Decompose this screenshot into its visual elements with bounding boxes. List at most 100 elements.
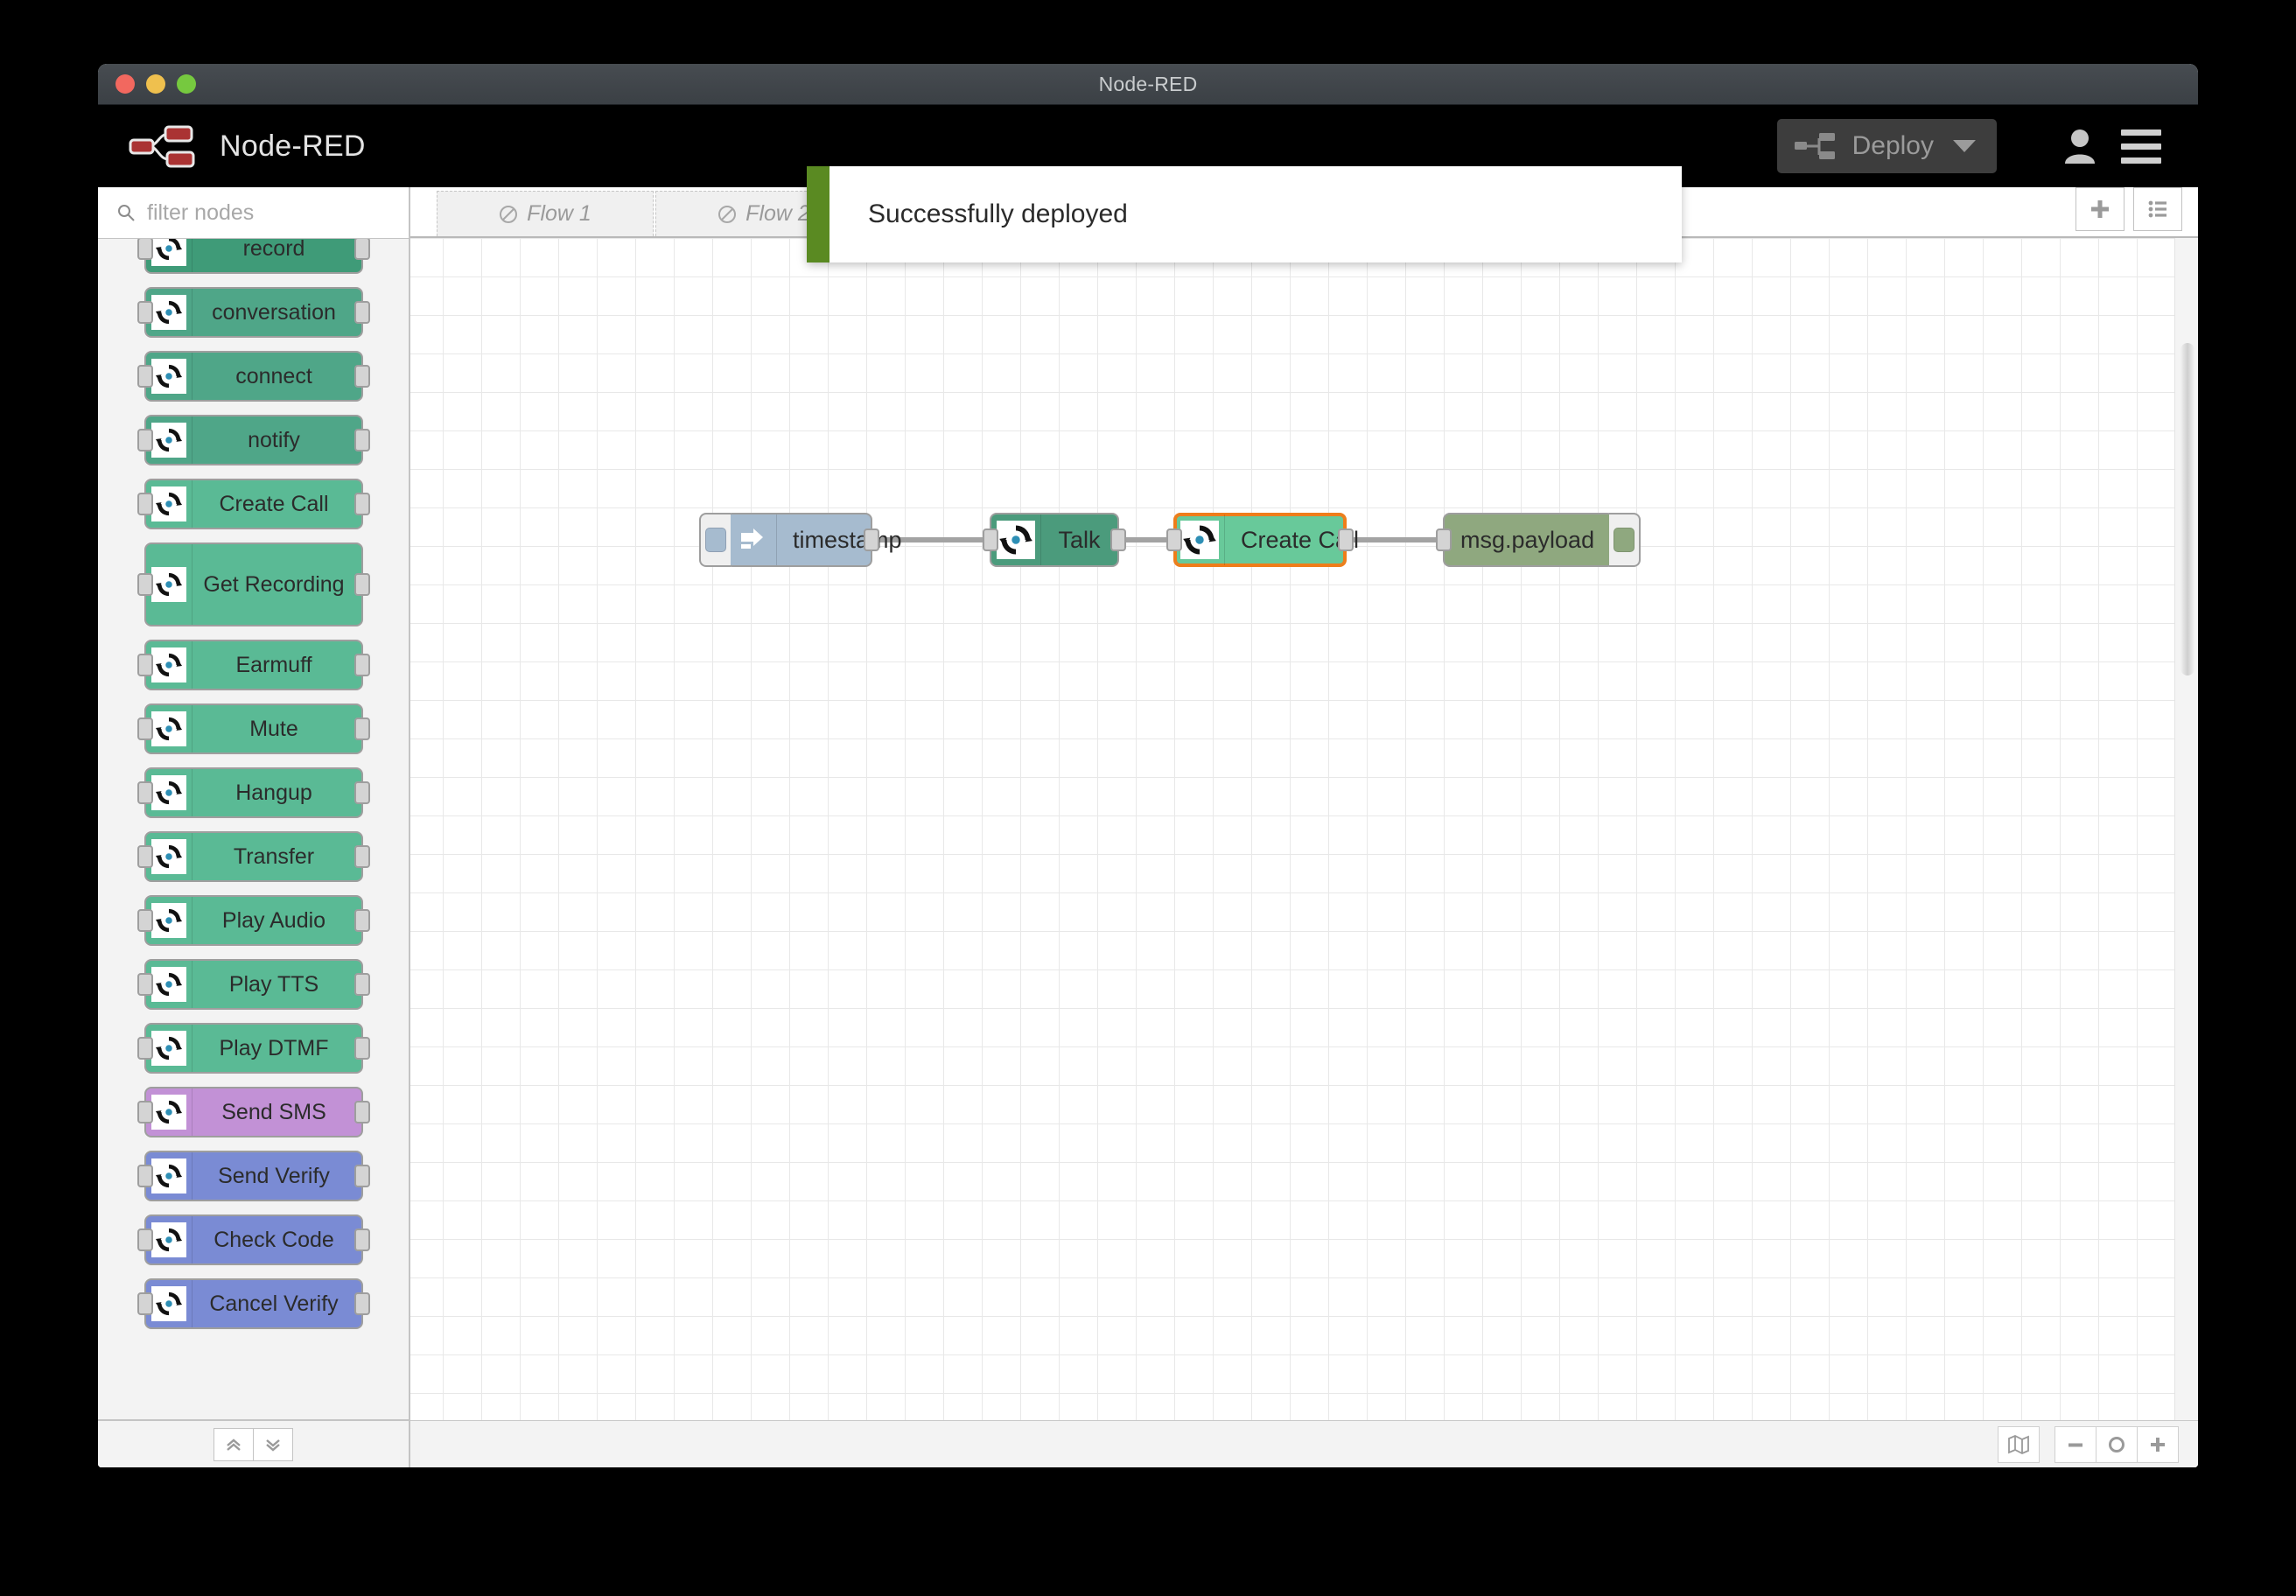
palette-node-label: Send SMS bbox=[221, 1099, 326, 1124]
collapse-all-button[interactable] bbox=[213, 1428, 254, 1461]
header-actions: Deploy bbox=[1776, 105, 2172, 187]
palette-node[interactable]: Create Call bbox=[136, 479, 370, 529]
expand-all-button[interactable] bbox=[252, 1428, 293, 1461]
nexmo-icon bbox=[155, 572, 182, 597]
palette-node-label: Play DTMF bbox=[219, 1035, 329, 1060]
flow-node-output-port[interactable] bbox=[1338, 528, 1354, 551]
chevron-down-icon[interactable] bbox=[1953, 140, 1976, 152]
palette-node-output-port bbox=[354, 573, 370, 596]
search-icon bbox=[118, 205, 135, 221]
flow-tab-label: Flow 2 bbox=[746, 201, 810, 226]
flow-canvas[interactable]: timestamp Talk Create Call msg.payload bbox=[410, 238, 2198, 1420]
palette-node-label: Hangup bbox=[235, 780, 312, 805]
zoom-reset-button[interactable] bbox=[2096, 1426, 2138, 1463]
nexmo-icon bbox=[155, 908, 182, 933]
flow-node-icon bbox=[727, 514, 777, 565]
add-flow-tab-button[interactable] bbox=[2076, 187, 2124, 231]
palette-node-output-port bbox=[354, 239, 370, 260]
palette-node-label: Check Code bbox=[214, 1227, 334, 1252]
nexmo-icon bbox=[155, 1228, 182, 1252]
palette-node-label: notify bbox=[248, 427, 300, 452]
flow-node[interactable]: Create Call bbox=[1166, 513, 1359, 567]
palette-node-input-port bbox=[136, 429, 153, 452]
search-input[interactable] bbox=[145, 199, 368, 227]
main-menu-button[interactable] bbox=[2110, 116, 2172, 177]
flow-node-output-port[interactable] bbox=[864, 528, 879, 551]
nexmo-icon bbox=[1183, 525, 1216, 555]
user-menu-button[interactable] bbox=[2049, 116, 2110, 177]
palette-node[interactable]: Play DTMF bbox=[136, 1023, 370, 1074]
palette-node-list[interactable]: record conversation connect notify Creat… bbox=[98, 239, 409, 1419]
flow-node-input-port[interactable] bbox=[983, 528, 998, 551]
palette-node[interactable]: Check Code bbox=[136, 1214, 370, 1265]
flow-tab-label: Flow 1 bbox=[527, 201, 592, 226]
nexmo-icon bbox=[155, 717, 182, 741]
palette-node[interactable]: Mute bbox=[136, 704, 370, 754]
flow-link[interactable] bbox=[1119, 537, 1173, 542]
palette-node-output-port bbox=[354, 1165, 370, 1187]
flow-node-input-port[interactable] bbox=[1166, 528, 1182, 551]
deploy-icon bbox=[1794, 133, 1835, 159]
flow-node-output-port[interactable] bbox=[1110, 528, 1126, 551]
palette-node-input-port bbox=[136, 1037, 153, 1060]
palette-node-input-port bbox=[136, 973, 153, 996]
debug-toggle-button[interactable] bbox=[1609, 513, 1641, 567]
palette-node[interactable]: Send SMS bbox=[136, 1087, 370, 1138]
palette-node-label: Transfer bbox=[233, 844, 315, 869]
nexmo-icon-badge bbox=[150, 423, 186, 458]
nexmo-icon bbox=[999, 525, 1032, 555]
flow-node-input-port[interactable] bbox=[1436, 528, 1452, 551]
palette-node-label: Earmuff bbox=[235, 652, 312, 677]
palette-node-output-port bbox=[354, 781, 370, 804]
palette-node-input-port bbox=[136, 301, 153, 324]
palette-node[interactable]: connect bbox=[136, 351, 370, 402]
palette-node[interactable]: Transfer bbox=[136, 831, 370, 882]
nexmo-icon bbox=[155, 300, 182, 325]
palette-node-label: Get Recording bbox=[203, 571, 345, 597]
node-red-logo-icon bbox=[129, 125, 195, 168]
palette-node[interactable]: Play TTS bbox=[136, 959, 370, 1010]
list-icon bbox=[2148, 200, 2166, 218]
flow-node[interactable]: msg.payload bbox=[1436, 513, 1641, 567]
notification-toast[interactable]: Successfully deployed bbox=[807, 166, 1682, 262]
flow-node[interactable]: timestamp bbox=[699, 513, 902, 567]
palette-filter[interactable] bbox=[98, 187, 409, 239]
navigator-button[interactable] bbox=[1998, 1426, 2040, 1463]
palette-node-output-port bbox=[354, 973, 370, 996]
palette-node[interactable]: Get Recording bbox=[136, 542, 370, 626]
nexmo-icon-badge bbox=[150, 1222, 186, 1257]
nexmo-icon-badge bbox=[150, 903, 186, 938]
palette-node[interactable]: Cancel Verify bbox=[136, 1278, 370, 1329]
nexmo-icon bbox=[155, 492, 182, 516]
canvas-vertical-scrollbar[interactable] bbox=[2180, 343, 2194, 676]
navigator-group bbox=[1998, 1426, 2040, 1463]
deploy-button[interactable]: Deploy bbox=[1776, 119, 1997, 173]
palette-node-label: conversation bbox=[212, 299, 336, 325]
flow-node-label: msg.payload bbox=[1460, 526, 1595, 553]
inject-trigger-knob bbox=[705, 528, 726, 552]
flow-tab[interactable]: Flow 1 bbox=[437, 191, 654, 236]
zoom-in-button[interactable] bbox=[2137, 1426, 2179, 1463]
nexmo-icon-badge bbox=[150, 648, 186, 682]
palette-node-label: Play TTS bbox=[228, 971, 319, 997]
zoom-out-button[interactable] bbox=[2054, 1426, 2096, 1463]
disabled-flow-icon bbox=[718, 205, 737, 223]
nexmo-icon-badge bbox=[997, 521, 1035, 559]
palette-node-output-port bbox=[354, 1228, 370, 1251]
palette-node-output-port bbox=[354, 365, 370, 388]
palette-node[interactable]: Hangup bbox=[136, 767, 370, 818]
flow-node[interactable]: Talk bbox=[983, 513, 1126, 567]
palette-node[interactable]: notify bbox=[136, 415, 370, 466]
palette-node[interactable]: Earmuff bbox=[136, 640, 370, 690]
palette-node-output-port bbox=[354, 1037, 370, 1060]
inject-trigger-button[interactable] bbox=[699, 513, 731, 567]
palette-node[interactable]: Send Verify bbox=[136, 1151, 370, 1201]
palette-node[interactable]: conversation bbox=[136, 287, 370, 338]
palette-node-input-port bbox=[136, 1228, 153, 1251]
brand: Node-RED bbox=[129, 122, 366, 170]
palette-node-label: Create Call bbox=[219, 491, 329, 516]
nexmo-icon bbox=[155, 972, 182, 997]
list-flows-button[interactable] bbox=[2133, 187, 2182, 231]
palette-node[interactable]: Play Audio bbox=[136, 895, 370, 946]
palette-node[interactable]: record bbox=[136, 239, 370, 274]
